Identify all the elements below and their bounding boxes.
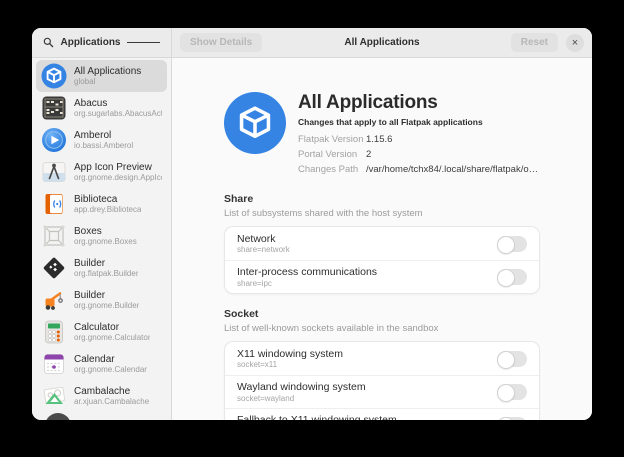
main-pane: Show Details All Applications Reset × Al…	[172, 28, 592, 420]
hamburger-menu-icon[interactable]	[127, 40, 160, 44]
summary-subtitle: Changes that apply to all Flatpak applic…	[298, 117, 540, 127]
amberol-icon	[41, 127, 67, 153]
sidebar-headerbar: Applications	[32, 28, 171, 58]
section-heading: Share	[224, 193, 540, 205]
sidebar-item-all-applications[interactable]: All Applications global	[36, 60, 167, 92]
app-id: org.gnome.Calendar	[74, 365, 147, 374]
builder-flatpak-icon	[41, 255, 67, 281]
close-icon[interactable]: ×	[566, 34, 584, 52]
application-list[interactable]: All Applications global Abacus org.sugar…	[32, 58, 171, 420]
calculator-icon	[41, 319, 67, 345]
app-id: io.bassi.Amberol	[74, 141, 133, 150]
all-applications-icon	[224, 92, 286, 154]
socket-card: X11 windowing system socket=x11 Wayland …	[224, 341, 540, 420]
toggle-switch[interactable]	[497, 236, 527, 252]
section-socket: Socket List of well-known sockets availa…	[224, 308, 540, 420]
abacus-icon	[41, 95, 67, 121]
permission-row-x11: X11 windowing system socket=x11	[225, 342, 539, 375]
app-name: Builder	[74, 290, 139, 302]
sidebar-item-builder-flatpak[interactable]: Builder org.flatpak.Builder	[36, 252, 167, 284]
summary-title: All Applications	[298, 92, 540, 114]
permission-row-network: Network share=network	[225, 227, 539, 260]
app-id: org.gnome.design.AppIco…	[74, 173, 162, 182]
toggle-switch[interactable]	[497, 269, 527, 285]
sidebar-item-calendar[interactable]: Calendar org.gnome.Calendar	[36, 348, 167, 380]
toggle-switch[interactable]	[497, 384, 527, 400]
sidebar-item-calculator[interactable]: Calculator org.gnome.Calculator	[36, 316, 167, 348]
app-name: Abacus	[74, 98, 162, 110]
permission-row-wayland: Wayland windowing system socket=wayland	[225, 375, 539, 408]
sidebar-item-boxes[interactable]: Boxes org.gnome.Boxes	[36, 220, 167, 252]
sidebar: Applications All Applications global Aba…	[32, 28, 172, 420]
app-name: Calendar	[74, 354, 147, 366]
flatseal-window: Applications All Applications global Aba…	[32, 28, 592, 420]
app-id: org.gnome.Boxes	[74, 237, 137, 246]
biblioteca-icon	[41, 191, 67, 217]
app-id: org.gnome.Builder	[74, 301, 139, 310]
cambalache-icon	[41, 383, 67, 409]
next-app-icon-partial	[45, 413, 71, 420]
all-applications-icon	[41, 63, 67, 89]
app-name: Cambalache	[74, 386, 149, 398]
app-id: global	[74, 77, 141, 86]
app-id: org.sugarlabs.AbacusActi…	[74, 109, 162, 118]
toggle-switch[interactable]	[497, 351, 527, 367]
app-id: ar.xjuan.Cambalache	[74, 397, 149, 406]
detail-portal-version: Portal Version 2	[298, 150, 540, 160]
section-description: List of well-known sockets available in …	[224, 323, 540, 334]
app-name: Calculator	[74, 322, 150, 334]
app-id: org.gnome.Calculator	[74, 333, 150, 342]
app-name: All Applications	[74, 66, 141, 78]
sidebar-item-biblioteca[interactable]: Biblioteca app.drey.Biblioteca	[36, 188, 167, 220]
detail-changes-path: Changes Path /var/home/tchx84/.local/sha…	[298, 165, 540, 175]
main-headerbar: Show Details All Applications Reset ×	[172, 28, 592, 58]
sidebar-item-app-icon-preview[interactable]: App Icon Preview org.gnome.design.AppIco…	[36, 156, 167, 188]
app-summary: All Applications Changes that apply to a…	[224, 92, 540, 175]
sidebar-item-abacus[interactable]: Abacus org.sugarlabs.AbacusActi…	[36, 92, 167, 124]
detail-flatpak-version: Flatpak Version 1.15.6	[298, 135, 540, 145]
sidebar-item-builder-gnome[interactable]: Builder org.gnome.Builder	[36, 284, 167, 316]
permission-row-fallback-x11: Fallback to X11 windowing system socket=…	[225, 408, 539, 420]
app-icon-preview-icon	[41, 159, 67, 185]
toggle-switch[interactable]	[497, 417, 527, 420]
summary-details: Flatpak Version 1.15.6 Portal Version 2 …	[298, 135, 540, 175]
app-name: Builder	[74, 258, 138, 270]
search-icon[interactable]	[43, 37, 54, 48]
permission-row-ipc: Inter-process communications share=ipc	[225, 260, 539, 293]
section-description: List of subsystems shared with the host …	[224, 208, 540, 219]
app-name: Amberol	[74, 130, 133, 142]
sidebar-item-amberol[interactable]: Amberol io.bassi.Amberol	[36, 124, 167, 156]
permissions-scroll-area[interactable]: All Applications Changes that apply to a…	[172, 58, 592, 420]
sidebar-item-cambalache[interactable]: Cambalache ar.xjuan.Cambalache	[36, 380, 167, 412]
reset-button[interactable]: Reset	[511, 33, 558, 52]
section-share: Share List of subsystems shared with the…	[224, 193, 540, 294]
sidebar-title: Applications	[60, 37, 120, 48]
show-details-button[interactable]: Show Details	[180, 33, 262, 52]
share-card: Network share=network Inter-process comm…	[224, 226, 540, 294]
app-name: Biblioteca	[74, 194, 141, 206]
app-name: Boxes	[74, 226, 137, 238]
calendar-icon	[41, 351, 67, 377]
builder-gnome-icon	[41, 287, 67, 313]
app-name: App Icon Preview	[74, 162, 162, 174]
app-id: org.flatpak.Builder	[74, 269, 138, 278]
app-id: app.drey.Biblioteca	[74, 205, 141, 214]
boxes-icon	[41, 223, 67, 249]
section-heading: Socket	[224, 308, 540, 320]
